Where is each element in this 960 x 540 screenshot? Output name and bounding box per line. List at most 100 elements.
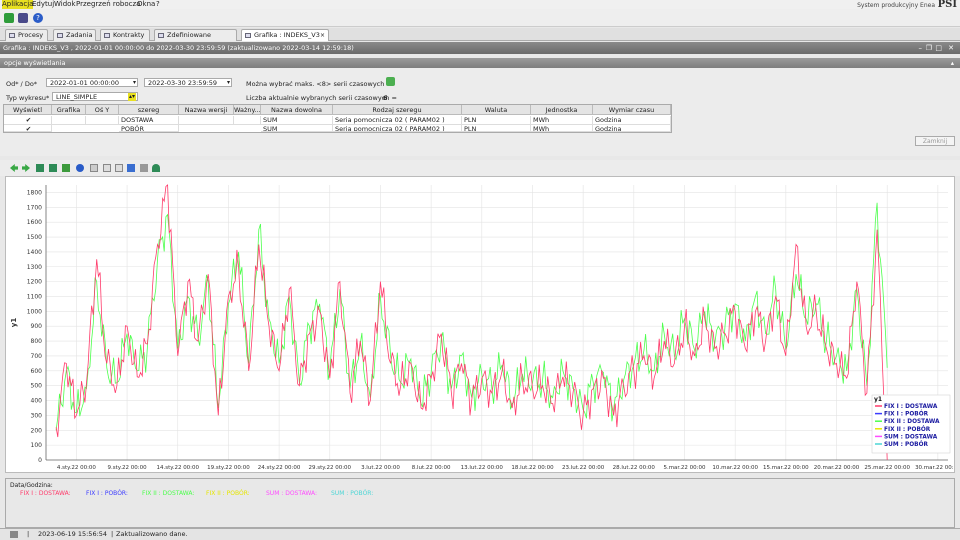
- table-cell[interactable]: PLN: [462, 116, 531, 125]
- close-icon[interactable]: ×: [320, 30, 325, 41]
- dropdown-icon[interactable]: ▴▾: [127, 93, 136, 101]
- x-tick-label: 28.lut.22 00:00: [613, 465, 656, 471]
- date-from-input[interactable]: 2022-01-01 00:00:00 ▾: [46, 78, 138, 87]
- x-tick-label: 8.lut.22 00:00: [412, 465, 451, 471]
- maximize-icon[interactable]: □: [935, 42, 942, 54]
- restore-icon[interactable]: ❐: [926, 42, 932, 54]
- col-header[interactable]: Grafika: [52, 105, 86, 115]
- chart-toolbar: [0, 160, 960, 176]
- calculator-icon[interactable]: [18, 13, 28, 23]
- col-header[interactable]: Wymiar czasu: [593, 105, 671, 115]
- status-timestamp: 2023-06-19 15:56:54: [38, 530, 108, 538]
- print-icon[interactable]: [140, 164, 148, 172]
- col-header[interactable]: Nazwa wersji: [179, 105, 234, 115]
- window-title: Grafika : INDEKS_V3 , 2022-01-01 00:00:0…: [3, 44, 354, 52]
- export-excel-icon[interactable]: [62, 164, 70, 172]
- document-icon[interactable]: [103, 164, 111, 172]
- tab-zdefiniowane-portfele[interactable]: Zdefiniowane portfele: [154, 29, 237, 50]
- table-cell[interactable]: Seria pomocnicza 02 ( PARAM02 ): [333, 125, 462, 132]
- col-header[interactable]: Wyświetl: [4, 105, 52, 115]
- tab-label: Grafika : INDEKS_V3: [254, 31, 320, 39]
- arrow-right-icon[interactable]: [22, 164, 30, 172]
- table-cell[interactable]: MWh: [531, 116, 593, 125]
- dropdown-icon[interactable]: ▾: [227, 79, 230, 87]
- y-tick-label: 1800: [27, 189, 42, 196]
- col-header[interactable]: Ważny...: [234, 105, 261, 115]
- x-tick-label: 9.sty.22 00:00: [108, 465, 148, 471]
- table-cell[interactable]: Godzina: [593, 116, 671, 125]
- chart-type-select[interactable]: LINE_SIMPLE ▴▾: [52, 92, 138, 101]
- menu-przestrzen-robocza[interactable]: Przegrzeń robocza: [76, 0, 140, 9]
- divider: |: [111, 530, 114, 538]
- table-cell[interactable]: DOSTAWA: [119, 116, 179, 125]
- y-axis-label: y1: [10, 318, 18, 328]
- series-count-value: 6: [383, 94, 388, 102]
- dropdown-icon[interactable]: ▾: [133, 79, 136, 87]
- date-to-input[interactable]: 2022-03-30 23:59:59 ▾: [144, 78, 232, 87]
- y-tick-label: 600: [31, 368, 43, 375]
- fit-horizontal-icon[interactable]: [36, 164, 44, 172]
- table-cell[interactable]: [234, 116, 261, 125]
- options-header[interactable]: opcje wyświetlania ▴: [0, 58, 960, 68]
- tab-kontrakty[interactable]: Kontrakty: [100, 29, 150, 41]
- tab-procesy[interactable]: Procesy: [5, 29, 48, 41]
- chart-type-value: LINE_SIMPLE: [56, 93, 98, 101]
- table-cell[interactable]: PLN: [462, 125, 531, 132]
- tab-grafika-indeks[interactable]: Grafika : INDEKS_V3 ×: [241, 29, 329, 41]
- menu-edytuj[interactable]: Edytuj: [32, 0, 54, 9]
- line-chart[interactable]: 0 100 200 300 400 500 600 700 800 900 1000 1100 1200…: [6, 177, 960, 472]
- table-cell[interactable]: SUM: [261, 125, 333, 132]
- value-label: FIX II : POBÓR:: [206, 490, 250, 497]
- tab-zadania[interactable]: Zadania: [53, 29, 96, 41]
- menu-aplikacja[interactable]: Aplikacja: [2, 0, 34, 9]
- close-panel-button[interactable]: Zamknij: [915, 136, 955, 146]
- status-message: Zaktualizowano dane.: [116, 530, 188, 538]
- col-header[interactable]: szereg: [119, 105, 179, 115]
- binoculars-icon[interactable]: [152, 164, 160, 172]
- divider: |: [27, 530, 30, 538]
- table-cell[interactable]: [179, 116, 234, 125]
- apply-icon[interactable]: [386, 77, 395, 86]
- table-cell[interactable]: SUM: [261, 116, 333, 125]
- collapse-icon[interactable]: ▴: [951, 58, 954, 68]
- x-tick-label: 4.sty.22 00:00: [57, 465, 97, 471]
- menu-okna[interactable]: Okna: [137, 0, 155, 9]
- legend-title: y1: [874, 396, 882, 403]
- undo-icon[interactable]: [76, 164, 84, 172]
- minimize-icon[interactable]: –: [919, 42, 923, 54]
- grid-icon[interactable]: [90, 164, 98, 172]
- value-label: SUM : DOSTAWA:: [266, 490, 317, 497]
- col-header[interactable]: Nazwa dowolna: [261, 105, 333, 115]
- date-to-value: 2022-03-30 23:59:59: [148, 79, 218, 87]
- table-cell[interactable]: [52, 116, 86, 125]
- x-tick-label: 3.lut.22 00:00: [361, 465, 400, 471]
- col-header[interactable]: Oś Y: [86, 105, 119, 115]
- tab-label: Kontrakty: [113, 31, 145, 39]
- table-cell[interactable]: Seria pomocnicza 02 ( PARAM02 ): [333, 116, 462, 125]
- menu-widok[interactable]: Widok: [54, 0, 76, 9]
- display-checkbox[interactable]: ✔: [4, 125, 52, 132]
- printer-icon[interactable]: [10, 531, 18, 538]
- table-cell[interactable]: Godzina: [593, 125, 671, 132]
- x-tick-label: 29.sty.22 00:00: [308, 465, 351, 471]
- table-cell[interactable]: [86, 116, 119, 125]
- save-icon[interactable]: [127, 164, 135, 172]
- tab-strip: Procesy Zadania Kontrakty Zdefiniowane p…: [0, 28, 960, 50]
- table-cell[interactable]: POBÓR: [119, 125, 179, 132]
- col-header[interactable]: Jednostka: [531, 105, 593, 115]
- col-header[interactable]: Waluta: [462, 105, 531, 115]
- fit-vertical-icon[interactable]: [49, 164, 57, 172]
- x-tick-label: 18.lut.22 00:00: [511, 465, 554, 471]
- display-checkbox[interactable]: ✔: [4, 116, 52, 125]
- arrow-left-icon[interactable]: [10, 164, 18, 172]
- y-tick-label: 800: [31, 338, 43, 345]
- help-icon[interactable]: ?: [33, 13, 43, 23]
- menu-help[interactable]: ?: [156, 0, 160, 9]
- copy-icon[interactable]: [115, 164, 123, 172]
- x-tick-label: 15.mar.22 00:00: [763, 465, 809, 471]
- table-cell[interactable]: MWh: [531, 125, 593, 132]
- close-window-icon[interactable]: ✕: [948, 42, 954, 54]
- col-header[interactable]: Rodzaj szeregu: [333, 105, 462, 115]
- refresh-icon[interactable]: [4, 13, 14, 23]
- process-icon: [9, 33, 15, 38]
